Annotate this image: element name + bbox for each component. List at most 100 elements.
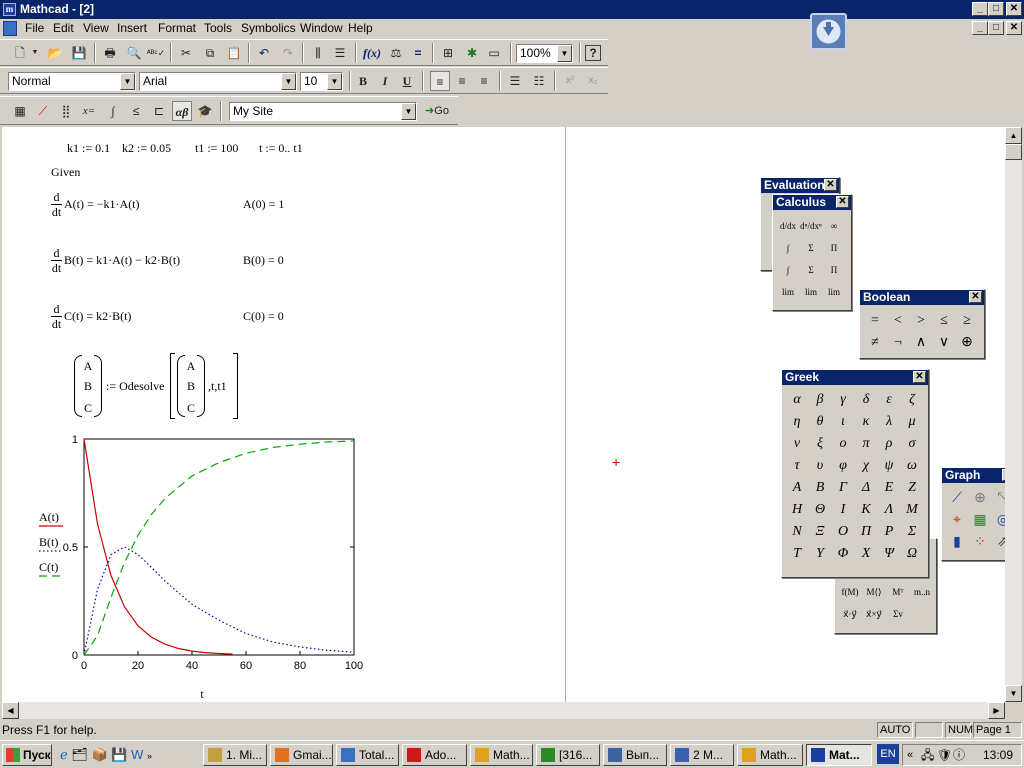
greek-letter-button[interactable]: Γ xyxy=(832,477,854,499)
xy-plot[interactable]: 0 20 40 60 80 100 0 0.5 1 A(t) B(t) C(t) t xyxy=(2,427,382,702)
taskbar-button[interactable]: Total... xyxy=(336,744,399,766)
palette-button[interactable]: < xyxy=(887,310,909,332)
graph-icon[interactable]: ⟋ xyxy=(33,101,53,121)
help-icon[interactable]: ? xyxy=(585,45,601,61)
greek-letter-button[interactable]: θ xyxy=(809,411,831,433)
scroll-down-icon[interactable]: ▼ xyxy=(1005,685,1022,702)
print-preview-icon[interactable]: 🔍 xyxy=(124,43,144,63)
ode-a[interactable]: A(t) = −k1·A(t) xyxy=(64,197,140,212)
menu-symbolics[interactable]: Symbolics xyxy=(241,19,296,38)
symbolic-icon[interactable]: 🎓 xyxy=(195,101,215,121)
greek-letter-button[interactable]: Ι xyxy=(832,499,854,521)
open-icon[interactable]: 📂 xyxy=(45,43,65,63)
palette-button[interactable]: lim xyxy=(800,281,822,303)
greek-letter-button[interactable]: Ε xyxy=(878,477,900,499)
greek-letter-button[interactable]: Β xyxy=(809,477,831,499)
greek-letter-button[interactable]: λ xyxy=(878,411,900,433)
new-dropdown-icon[interactable]: ▼ xyxy=(30,43,40,63)
greek-letter-button[interactable]: ν xyxy=(786,433,808,455)
italic-button[interactable]: I xyxy=(375,71,395,91)
greek-letter-button[interactable]: υ xyxy=(809,455,831,477)
palette-button[interactable]: ∫ xyxy=(777,237,799,259)
polar-plot-icon[interactable]: ⊕ xyxy=(969,488,991,510)
chevron-down-icon[interactable]: ▼ xyxy=(557,45,572,62)
greek-letter-button[interactable]: Α xyxy=(786,477,808,499)
underline-button[interactable]: U xyxy=(397,71,417,91)
menu-window[interactable]: Window xyxy=(300,19,343,38)
subscript-icon[interactable]: x₂ xyxy=(583,71,603,91)
greek-letter-button[interactable]: Υ xyxy=(809,543,831,565)
greek-letter-button[interactable]: ω xyxy=(901,455,923,477)
new-icon[interactable]: 🗋 xyxy=(10,43,30,63)
greek-letter-button[interactable]: γ xyxy=(832,389,854,411)
redo-icon[interactable]: ↷ xyxy=(278,43,298,63)
palette-button[interactable]: Σ xyxy=(800,237,822,259)
greek-letter-button[interactable]: Μ xyxy=(901,499,923,521)
minimize-button[interactable]: _ xyxy=(972,2,988,16)
menu-format[interactable]: Format xyxy=(158,19,196,38)
chevron-down-icon[interactable]: ▼ xyxy=(281,73,296,90)
menu-edit[interactable]: Edit xyxy=(53,19,74,38)
greek-letter-button[interactable]: σ xyxy=(901,433,923,455)
doc-minimize-button[interactable]: _ xyxy=(972,21,988,35)
palette-button[interactable]: lim xyxy=(777,281,799,303)
info-icon[interactable]: ⓘ xyxy=(953,745,965,765)
taskbar-button[interactable]: Ado... xyxy=(402,744,467,766)
start-button[interactable]: Пуск xyxy=(2,744,52,766)
show-more-icon[interactable]: » xyxy=(147,751,152,761)
align-left-icon[interactable]: ≡ xyxy=(430,71,450,91)
greek-letter-button[interactable]: Ζ xyxy=(901,477,923,499)
palette-button[interactable]: m..n xyxy=(911,581,933,603)
horizontal-scrollbar[interactable]: ◀ ▶ xyxy=(2,702,1005,719)
menu-insert[interactable]: Insert xyxy=(117,19,147,38)
align-right-icon[interactable]: ≡ xyxy=(474,71,494,91)
vertical-scrollbar[interactable]: ▲ ▼ xyxy=(1005,127,1022,702)
greek-letter-button[interactable]: Τ xyxy=(786,543,808,565)
scatter-plot-icon[interactable]: ⁘ xyxy=(969,532,991,554)
download-arrow-icon[interactable] xyxy=(810,13,847,50)
palette-button[interactable]: ⊕ xyxy=(956,332,978,354)
greek-letter-button[interactable]: ο xyxy=(832,433,854,455)
greek-letter-button[interactable]: Φ xyxy=(832,543,854,565)
taskbar-button[interactable]: Math... xyxy=(470,744,533,766)
palette-button[interactable]: x⃗×y⃗ xyxy=(863,603,885,625)
palette-button[interactable]: Π xyxy=(823,237,845,259)
mathcad-app-icon[interactable]: m xyxy=(3,3,16,16)
ode-b[interactable]: B(t) = k1·A(t) − k2·B(t) xyxy=(64,253,180,268)
taskbar-button[interactable]: 2 M... xyxy=(670,744,734,766)
matrix-icon[interactable]: ⣿ xyxy=(56,101,76,121)
print-icon[interactable]: 🖶 xyxy=(100,43,120,63)
close-icon[interactable]: ✕ xyxy=(969,291,982,303)
def-t1[interactable]: t1 := 100 xyxy=(195,141,238,156)
app-icon[interactable]: 📦 xyxy=(91,747,107,762)
taskbar-button[interactable]: Вып... xyxy=(603,744,667,766)
doc-restore-button[interactable]: □ xyxy=(988,21,1004,35)
greek-letter-button[interactable]: ζ xyxy=(901,389,923,411)
scroll-up-icon[interactable]: ▲ xyxy=(1005,127,1022,144)
ic-b[interactable]: B(0) = 0 xyxy=(243,253,284,268)
def-k1[interactable]: k1 := 0.1 xyxy=(67,141,110,156)
trace-icon[interactable]: ⌖ xyxy=(946,510,968,532)
close-icon[interactable]: ✕ xyxy=(913,371,926,383)
greek-letter-button[interactable]: χ xyxy=(855,455,877,477)
greek-letter-button[interactable]: Κ xyxy=(855,499,877,521)
greek-letter-button[interactable]: α xyxy=(786,389,808,411)
bold-button[interactable]: B xyxy=(353,71,373,91)
menu-view[interactable]: View xyxy=(83,19,109,38)
ic-c[interactable]: C(0) = 0 xyxy=(243,309,284,324)
greek-letter-button[interactable]: Ψ xyxy=(878,543,900,565)
palette-button[interactable]: d/dx xyxy=(777,215,799,237)
spell-check-icon[interactable]: ᴬᴮᶜ✓ xyxy=(146,43,166,63)
superscript-icon[interactable]: x² xyxy=(560,71,580,91)
greek-letter-button[interactable]: β xyxy=(809,389,831,411)
greek-letter-button[interactable]: Ξ xyxy=(809,521,831,543)
scroll-right-icon[interactable]: ▶ xyxy=(988,702,1005,719)
greek-letter-button[interactable]: Χ xyxy=(855,543,877,565)
align-center-icon[interactable]: ≡ xyxy=(452,71,472,91)
ie-icon[interactable]: ℯ xyxy=(60,747,68,762)
greek-letter-button[interactable]: Η xyxy=(786,499,808,521)
greek-letter-button[interactable]: Σ xyxy=(901,521,923,543)
greek-letter-button[interactable]: Ω xyxy=(901,543,923,565)
palette-button[interactable]: f(M) xyxy=(839,581,861,603)
greek-letter-button[interactable]: Δ xyxy=(855,477,877,499)
